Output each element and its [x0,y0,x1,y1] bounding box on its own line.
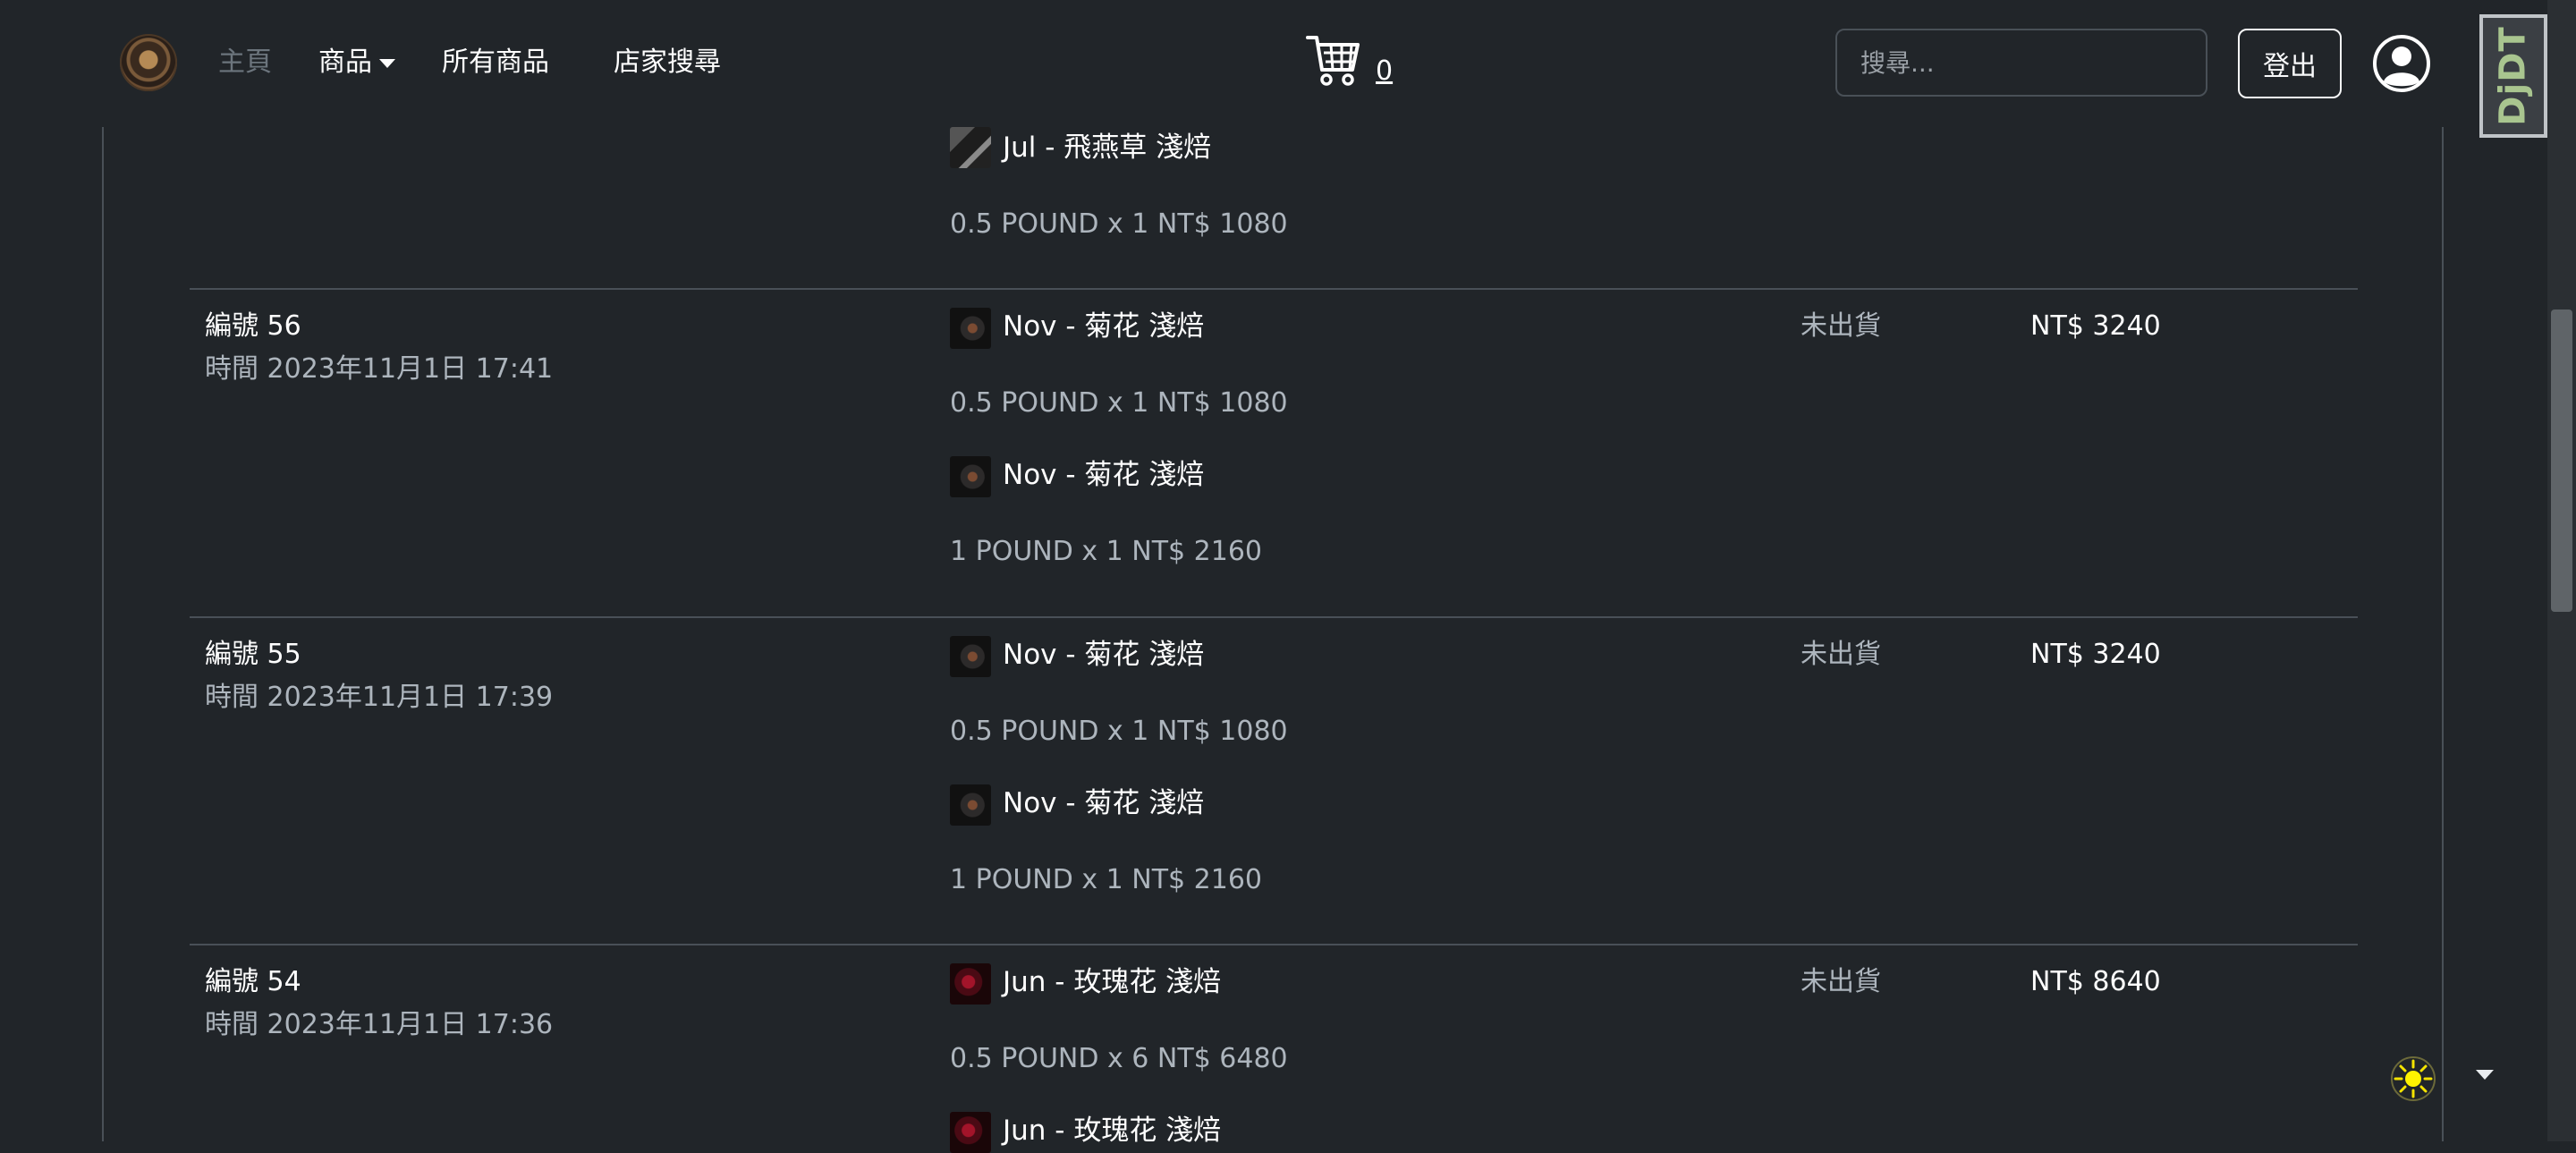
nav-products-dropdown[interactable]: 商品 [318,45,395,81]
container-left-border [102,127,104,1141]
order-time: 時間 2023年11月1日 17:36 [205,1009,554,1040]
order-status: 未出貨 [1801,310,1881,342]
row-divider [190,288,2358,290]
nav-home[interactable]: 主頁 [218,45,272,81]
item-name: Nov - 菊花 淺焙 [1003,459,1205,491]
product-thumbnail [950,636,991,677]
order-time: 時間 2023年11月1日 17:41 [205,353,554,385]
user-avatar-icon[interactable] [2372,34,2431,93]
product-thumbnail [950,963,991,1005]
order-status: 未出貨 [1801,639,1881,670]
navbar: 主頁 商品 所有商品 店家搜尋 0 登出 [0,0,2547,127]
logout-button[interactable]: 登出 [2238,29,2342,98]
item-detail: 1 POUND x 1 NT$ 2160 [950,536,1263,567]
item-detail: 0.5 POUND x 6 NT$ 6480 [950,1043,1288,1074]
order-total: NT$ 8640 [2030,966,2161,997]
order-total: NT$ 3240 [2030,639,2161,670]
product-thumbnail [950,308,991,349]
order-number: 編號 54 [205,966,301,997]
cart-count[interactable]: 0 [1376,55,1393,87]
caret-down-icon[interactable] [2476,1070,2494,1080]
product-thumbnail [950,127,991,168]
product-thumbnail [950,784,991,826]
product-thumbnail [950,1112,991,1153]
search-input[interactable] [1835,29,2207,97]
container-right-border [2442,127,2444,1141]
scrollbar-thumb[interactable] [2551,309,2572,612]
item-name: Nov - 菊花 淺焙 [1003,310,1205,343]
item-detail: 0.5 POUND x 1 NT$ 1080 [950,716,1288,747]
row-divider [190,944,2358,945]
product-thumbnail [950,456,991,497]
row-divider [190,616,2358,618]
page-scrollbar[interactable] [2547,0,2576,1141]
item-name: Jun - 玫瑰花 淺焙 [1003,966,1222,998]
order-time: 時間 2023年11月1日 17:39 [205,682,554,713]
nav-store-search[interactable]: 店家搜尋 [614,45,721,81]
item-detail: 1 POUND x 1 NT$ 2160 [950,864,1263,895]
debug-toolbar-label: DjDT [2493,26,2534,126]
debug-toolbar-handle[interactable]: DjDT [2479,14,2547,138]
order-number: 編號 55 [205,639,301,670]
caret-down-icon [379,58,395,68]
sun-icon[interactable] [2390,1056,2436,1102]
item-detail: 0.5 POUND x 1 NT$ 1080 [950,208,1288,240]
order-status: 未出貨 [1801,966,1881,997]
item-name: Nov - 菊花 淺焙 [1003,787,1205,819]
item-name: Jun - 玫瑰花 淺焙 [1003,1115,1222,1147]
order-total: NT$ 3240 [2030,310,2161,342]
shopping-cart-icon[interactable] [1306,34,1361,88]
item-detail: 0.5 POUND x 1 NT$ 1080 [950,387,1288,419]
order-number: 編號 56 [205,310,301,342]
item-name: Jul - 飛燕草 淺焙 [1003,131,1212,164]
brand-logo[interactable] [120,34,177,91]
nav-products-label: 商品 [318,47,372,78]
item-name: Nov - 菊花 淺焙 [1003,639,1205,671]
nav-all-products[interactable]: 所有商品 [442,45,549,81]
